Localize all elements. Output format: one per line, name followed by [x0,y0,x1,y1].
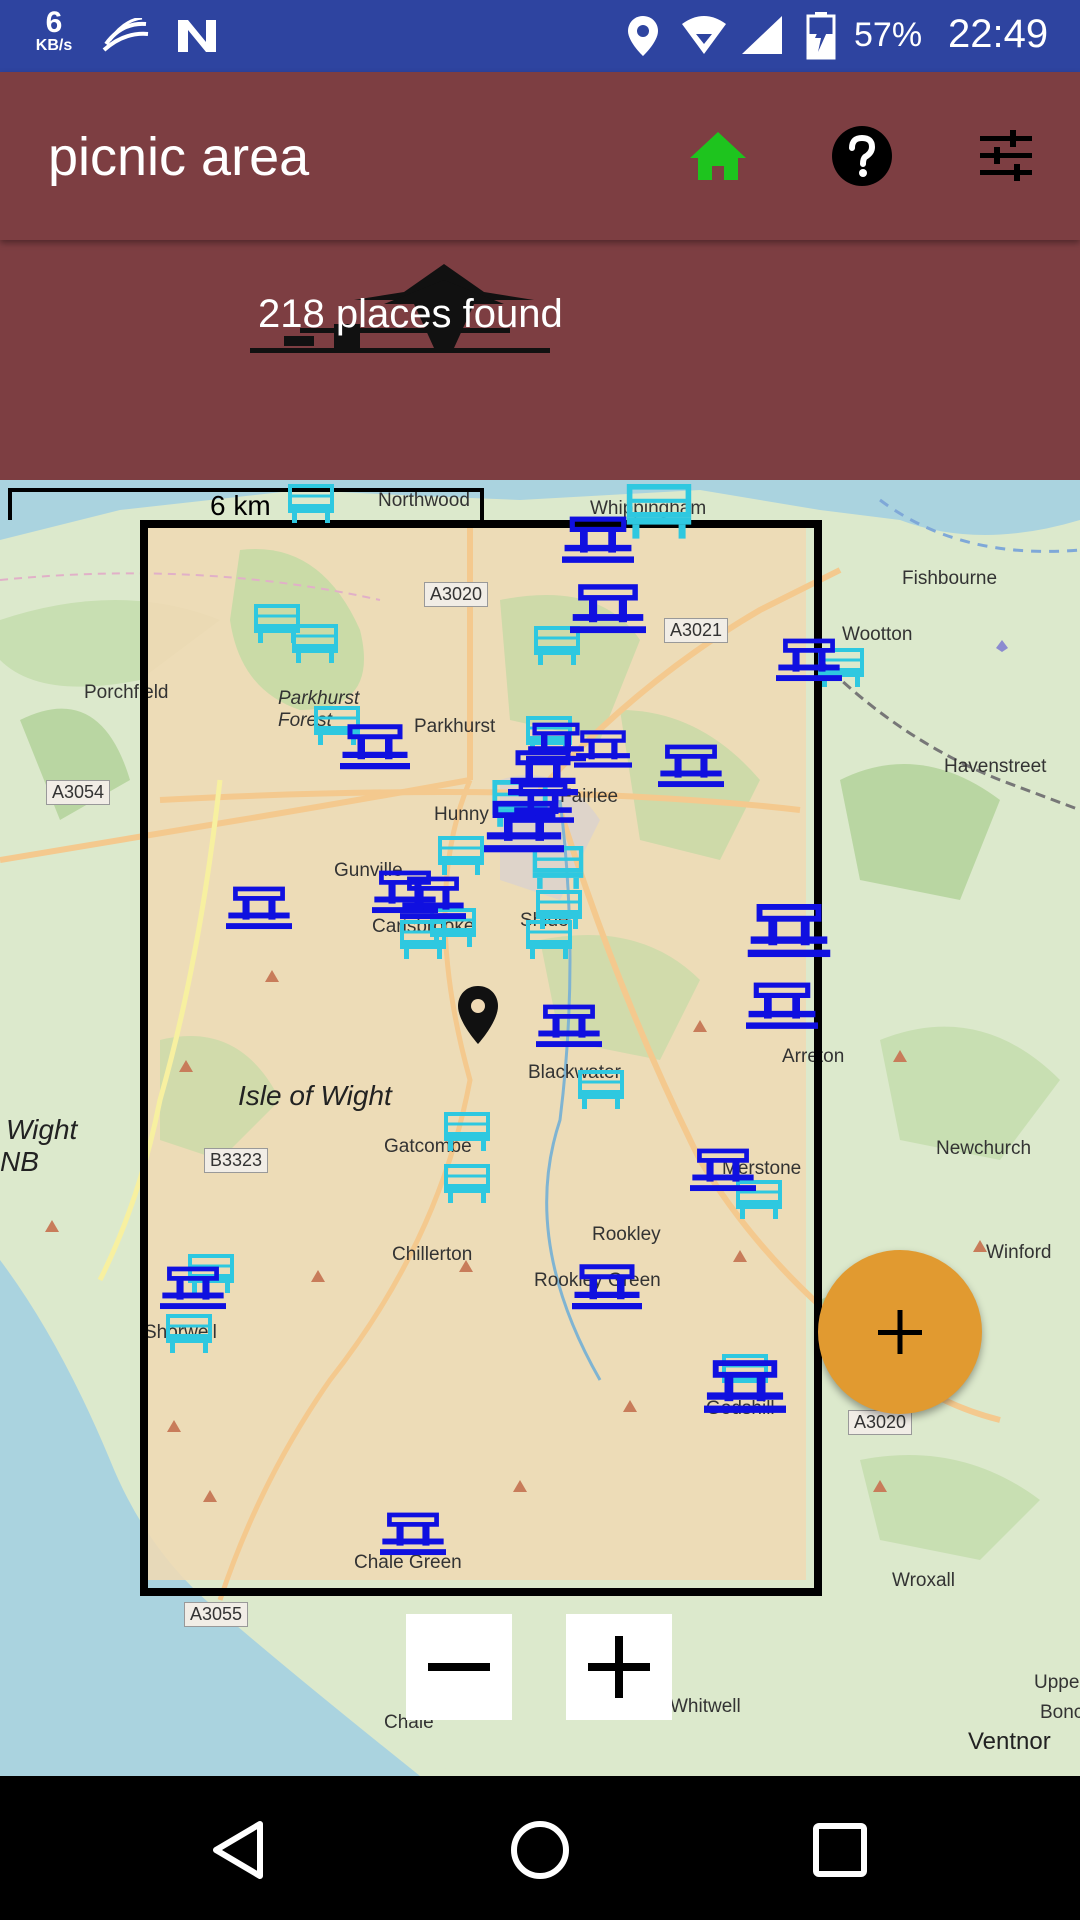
map-label: Uppe [1034,1672,1080,1693]
bench-marker[interactable] [286,484,336,524]
search-area-rectangle [140,520,822,1596]
recents-icon [800,1823,880,1894]
clock: 22:49 [948,12,1049,56]
picnic-table-marker[interactable] [380,1512,446,1558]
swiftkey-icon [102,16,150,59]
map-label: Winford [986,1242,1052,1263]
status-bar: 6 KB/s 57% 22:49 [0,0,1080,72]
recents-button[interactable] [800,1810,880,1890]
help-icon [826,126,898,196]
picnic-table-marker[interactable] [704,1360,786,1416]
map-label: Wootton [842,624,913,645]
bench-marker[interactable] [442,1164,492,1204]
home-nav-button[interactable] [500,1810,580,1890]
bench-marker[interactable] [436,836,486,876]
bench-marker[interactable] [576,1070,626,1110]
picnic-table-marker[interactable] [690,1148,756,1194]
map-label: Ventnor [968,1728,1051,1755]
map-label: Whitwell [670,1696,741,1717]
picnic-table-marker[interactable] [572,1264,642,1312]
add-place-fab[interactable] [818,1250,982,1414]
picnic-table-marker[interactable] [400,876,466,922]
network-speed: 6 KB/s [26,8,82,54]
map-label: Havenstreet [944,756,1047,777]
scale-label: 6 km [210,490,271,521]
map-label: Fishbourne [902,568,998,589]
bench-marker[interactable] [164,1314,214,1354]
filter-button[interactable] [970,120,1042,192]
picnic-table-marker[interactable] [160,1266,226,1312]
navigation-bar [0,1776,1080,1920]
map-label: Northwood [378,490,470,511]
network-speed-value: 6 [45,6,63,39]
battery-percent: 57% [854,16,923,54]
n-notification-icon [174,16,220,61]
picnic-table-marker[interactable] [570,584,646,636]
picnic-table-marker[interactable] [226,886,292,932]
picnic-table-marker[interactable] [658,744,724,790]
app-bar: picnic area [0,72,1080,240]
picnic-table-marker[interactable] [746,904,832,960]
plus-icon [566,1636,672,1724]
help-button[interactable] [826,120,898,192]
bench-marker[interactable] [290,624,340,664]
bench-marker[interactable] [624,484,694,540]
road-label: A3055 [184,1602,249,1627]
home-icon [682,132,754,196]
battery-charging-icon [806,12,836,65]
signal-icon [740,14,784,61]
map-label: Wight [6,1114,78,1145]
bench-marker[interactable] [442,1112,492,1152]
wifi-icon [680,14,728,61]
picnic-table-marker[interactable] [484,800,564,856]
location-pin-icon[interactable] [456,984,500,1051]
picnic-table-marker[interactable] [340,724,410,772]
results-header: 218 places found [0,240,1080,480]
picnic-table-marker[interactable] [562,516,634,566]
picnic-table-marker[interactable] [776,638,842,684]
filter-icon [970,130,1042,196]
picnic-table-marker[interactable] [574,730,632,770]
location-icon [626,14,660,63]
bench-marker[interactable] [524,920,574,960]
page-title: picnic area [48,127,310,187]
home-button[interactable] [682,120,754,192]
zoom-in-button[interactable] [566,1614,672,1720]
picnic-table-marker[interactable] [536,1004,602,1050]
back-button[interactable] [200,1810,280,1890]
add-icon [818,1310,982,1418]
picnic-table-marker[interactable] [746,982,818,1032]
home-circle-icon [500,1821,580,1894]
map-label: Newchurch [936,1138,1032,1159]
road-label: A3054 [46,780,111,805]
map-label: NB [0,1146,39,1177]
back-icon [200,1821,280,1894]
map-view[interactable]: 6 km Northwood Whippingham Fishbourne Wo… [0,480,1080,1776]
map-label: Bonc [1040,1702,1080,1723]
minus-icon [406,1663,512,1724]
places-found-count: 218 places found [258,292,563,336]
zoom-out-button[interactable] [406,1614,512,1720]
network-speed-unit: KB/s [35,37,73,54]
map-label: Wroxall [892,1570,955,1591]
